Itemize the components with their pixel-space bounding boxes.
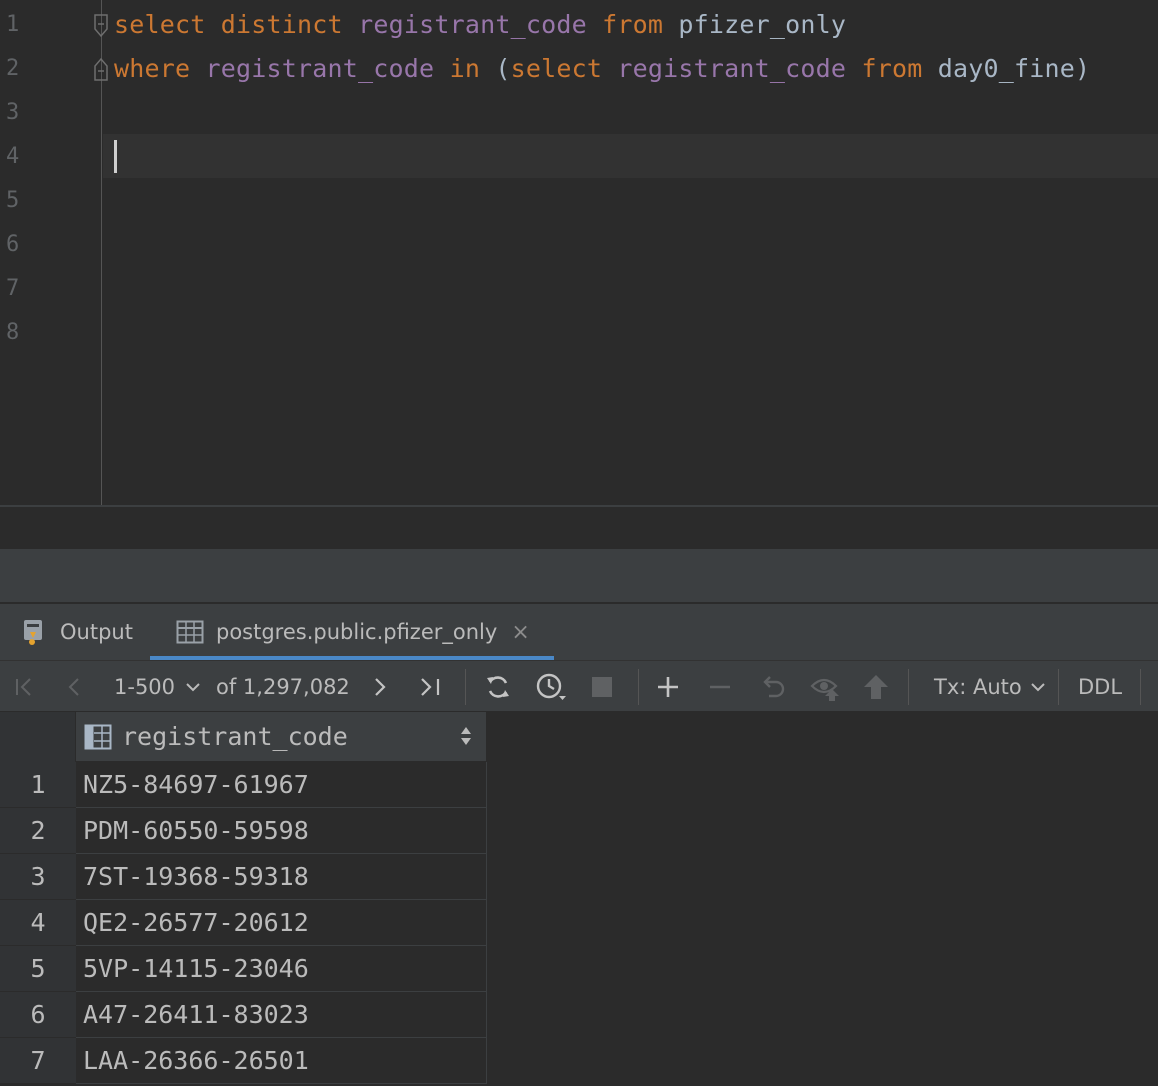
chevron-down-icon <box>186 683 200 692</box>
keyword-from: from <box>602 10 664 39</box>
keyword-select: select <box>114 10 206 39</box>
code-line-2[interactable]: where registrant_code in (select registr… <box>114 47 1090 91</box>
table-row[interactable]: 5 5VP-14115-23046 <box>0 946 487 992</box>
column-header-label: registrant_code <box>122 722 348 751</box>
output-icon <box>22 618 48 646</box>
results-tab-bar: Output postgres.public.pfizer_only × <box>0 604 1158 660</box>
table-row[interactable]: 7 LAA-26366-26501 <box>0 1038 487 1084</box>
keyword-distinct: distinct <box>220 10 343 39</box>
add-row-icon[interactable] <box>655 661 681 713</box>
close-icon[interactable]: × <box>511 620 529 645</box>
tab-results-table[interactable]: postgres.public.pfizer_only × <box>150 604 554 660</box>
column-identifier: registrant_code <box>358 10 587 39</box>
column-icon <box>84 724 112 750</box>
line-number: 3 <box>6 100 20 125</box>
line-gutter: 1 2 3 4 5 6 7 8 <box>0 0 102 505</box>
keyword-in: in <box>449 54 481 83</box>
column-identifier: registrant_code <box>617 54 847 83</box>
line-number: 6 <box>6 232 20 257</box>
line-number: 7 <box>6 276 20 301</box>
fold-open-icon[interactable] <box>92 13 110 39</box>
text-caret <box>114 140 117 173</box>
row-number-header <box>0 712 76 762</box>
keyword-select: select <box>510 54 603 83</box>
table-cell[interactable]: 7ST-19368-59318 <box>76 854 487 900</box>
row-number: 2 <box>0 808 76 854</box>
previous-page-icon[interactable] <box>62 661 88 713</box>
table-grid-icon <box>176 620 204 644</box>
table-row[interactable]: 6 A47-26411-83023 <box>0 992 487 1038</box>
row-number: 1 <box>0 762 76 808</box>
table-cell[interactable]: QE2-26577-20612 <box>76 900 487 946</box>
table-cell[interactable]: NZ5-84697-61967 <box>76 762 487 808</box>
fold-close-icon[interactable] <box>92 56 110 82</box>
revert-icon[interactable] <box>759 661 787 713</box>
tx-mode-label: Tx: Auto <box>934 675 1022 699</box>
toolbar-separator <box>638 669 639 705</box>
row-count: of 1,297,082 <box>216 675 350 699</box>
editor-bottom-area <box>0 507 1158 549</box>
table-row[interactable]: 3 7ST-19368-59318 <box>0 854 487 900</box>
results-toolbar: 1-500 of 1,297,082 Tx: Auto DDL <box>0 660 1158 712</box>
preview-pending-changes-icon[interactable] <box>810 661 840 713</box>
first-page-icon[interactable] <box>12 661 38 713</box>
page-range-label: 1-500 <box>114 675 176 699</box>
transaction-mode-dropdown[interactable]: Tx: Auto <box>934 661 1046 713</box>
paren-close: ) <box>1075 54 1091 83</box>
remove-row-icon[interactable] <box>707 661 733 713</box>
toolbar-separator <box>1058 669 1059 705</box>
table-row[interactable]: 2 PDM-60550-59598 <box>0 808 487 854</box>
line-number: 2 <box>6 56 20 81</box>
current-line-highlight <box>103 134 1158 178</box>
table-row[interactable]: 1 NZ5-84697-61967 <box>0 762 487 808</box>
row-number: 3 <box>0 854 76 900</box>
ddl-button[interactable]: DDL <box>1078 661 1122 713</box>
table-cell[interactable]: PDM-60550-59598 <box>76 808 487 854</box>
tab-results-table-label: postgres.public.pfizer_only <box>216 620 498 644</box>
toolbar-separator <box>908 669 909 705</box>
next-page-icon[interactable] <box>366 661 392 713</box>
paren-open: ( <box>495 54 511 83</box>
row-number: 6 <box>0 992 76 1038</box>
keyword-where: where <box>114 54 191 83</box>
table-cell[interactable]: LAA-26366-26501 <box>76 1038 487 1084</box>
line-number: 5 <box>6 188 20 213</box>
toolbar-separator <box>1140 669 1141 705</box>
table-cell[interactable]: 5VP-14115-23046 <box>76 946 487 992</box>
line-number: 1 <box>6 12 20 37</box>
page-size-dropdown[interactable]: 1-500 <box>114 661 201 713</box>
row-number: 5 <box>0 946 76 992</box>
submit-icon[interactable] <box>862 661 890 713</box>
line-number: 4 <box>6 144 20 169</box>
services-panel-header <box>0 549 1158 603</box>
code-line-1[interactable]: select distinct registrant_code from pfi… <box>114 3 846 47</box>
table-row[interactable]: 4 QE2-26577-20612 <box>0 900 487 946</box>
toolbar-separator <box>465 669 466 705</box>
table-cell[interactable]: A47-26411-83023 <box>76 992 487 1038</box>
last-page-icon[interactable] <box>418 661 444 713</box>
chevron-down-icon <box>1031 683 1045 692</box>
results-grid[interactable]: registrant_code 1 NZ5-84697-61967 2 PDM-… <box>0 712 1158 1086</box>
keyword-from: from <box>861 54 923 83</box>
tab-output-label: Output <box>60 620 133 644</box>
column-identifier: registrant_code <box>205 54 435 83</box>
sql-editor[interactable]: 1 2 3 4 5 6 7 8 select distinct registra… <box>0 0 1158 505</box>
table-identifier: pfizer_only <box>678 10 847 39</box>
line-number: 8 <box>6 320 20 345</box>
column-header-registrant-code[interactable]: registrant_code <box>76 712 487 762</box>
table-identifier: day0_fine <box>937 54 1075 83</box>
row-number: 4 <box>0 900 76 946</box>
row-number: 7 <box>0 1038 76 1084</box>
history-clock-icon[interactable] <box>535 661 567 713</box>
stop-icon[interactable] <box>590 661 614 713</box>
tab-output[interactable]: Output <box>22 604 133 660</box>
sort-icon[interactable] <box>460 725 472 747</box>
refresh-icon[interactable] <box>484 661 512 713</box>
